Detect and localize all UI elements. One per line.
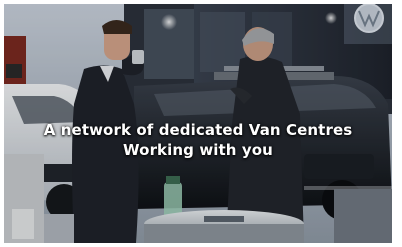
video-frame: A network of dedicated Van Centres Worki… (0, 0, 402, 247)
caption-line-1: A network of dedicated Van Centres (43, 121, 353, 139)
video-caption: A network of dedicated Van Centres Worki… (4, 120, 392, 160)
caption-line-2: Working with you (123, 141, 273, 159)
showroom-scene: A network of dedicated Van Centres Worki… (4, 4, 392, 243)
